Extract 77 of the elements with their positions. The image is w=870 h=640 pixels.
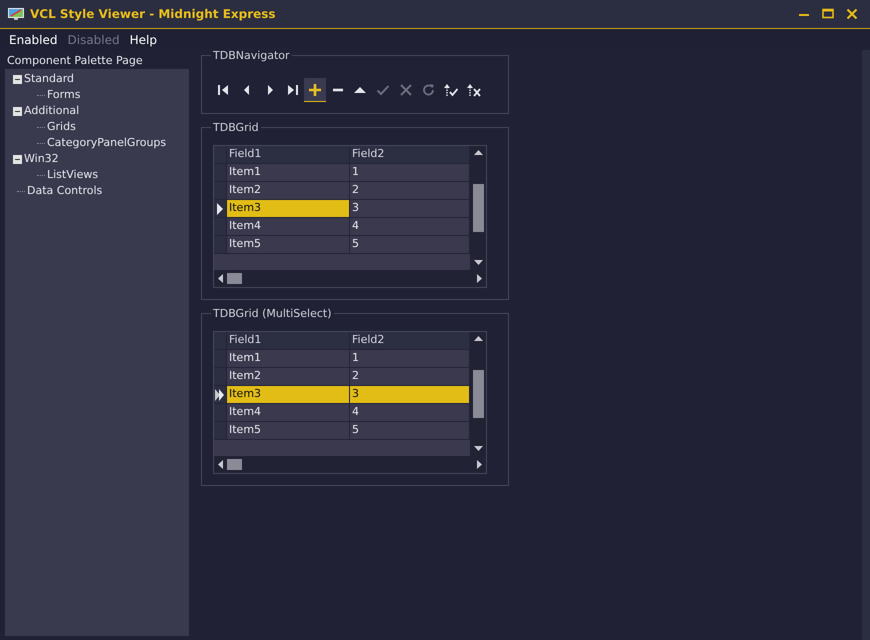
skip-to-end-icon xyxy=(285,83,300,97)
scroll-left-icon[interactable] xyxy=(218,460,223,469)
group-title: TDBNavigator xyxy=(211,48,292,64)
tree-item[interactable]: Additional xyxy=(24,102,80,120)
table-cell[interactable]: 5 xyxy=(350,236,470,254)
tree-item[interactable]: CategoryPanelGroups xyxy=(47,134,166,152)
table-cell[interactable]: Item4 xyxy=(227,218,350,236)
horizontal-scrollbar[interactable] xyxy=(214,270,486,287)
app-icon xyxy=(8,8,24,20)
scrollbar-thumb[interactable] xyxy=(472,184,484,232)
table-cell[interactable]: Item5 xyxy=(227,422,350,440)
vertical-scrollbar[interactable] xyxy=(470,146,486,270)
scroll-down-icon[interactable] xyxy=(474,446,482,452)
menu-item[interactable]: Help xyxy=(124,29,162,50)
table-cell[interactable]: 3 xyxy=(350,200,470,218)
maximize-icon xyxy=(822,8,834,20)
scroll-left-icon[interactable] xyxy=(218,274,223,283)
scroll-right-icon[interactable] xyxy=(477,460,482,469)
plus-icon xyxy=(308,82,322,96)
window-title: VCL Style Viewer - Midnight Express xyxy=(30,6,276,23)
row-indicator-cell[interactable] xyxy=(214,164,227,182)
table-cell[interactable]: 2 xyxy=(350,182,470,200)
scroll-up-icon[interactable] xyxy=(474,336,482,342)
arrow-up-x-icon xyxy=(466,83,481,97)
table-cell[interactable]: 1 xyxy=(350,164,470,182)
table-cell[interactable]: 5 xyxy=(350,422,470,440)
scroll-down-icon[interactable] xyxy=(474,260,482,266)
tree-item[interactable]: Data Controls xyxy=(27,182,102,200)
column-header[interactable]: Field2 xyxy=(350,146,470,164)
table-cell[interactable]: Item1 xyxy=(227,164,350,182)
table-cell[interactable]: Item1 xyxy=(227,350,350,368)
scroll-up-icon[interactable] xyxy=(474,150,482,156)
table-cell[interactable]: Item4 xyxy=(227,404,350,422)
menu-item[interactable]: Enabled xyxy=(4,29,62,50)
tree-item[interactable]: Forms xyxy=(47,86,80,104)
table-cell[interactable]: Item3 xyxy=(227,386,350,404)
row-indicator-cell[interactable] xyxy=(214,350,227,368)
insert-button[interactable] xyxy=(304,78,326,102)
row-indicator-cell[interactable] xyxy=(214,218,227,236)
tree-item[interactable]: Grids xyxy=(47,118,76,136)
row-indicator-cell[interactable] xyxy=(214,236,227,254)
collapse-icon[interactable] xyxy=(13,106,22,116)
tree-item[interactable]: Standard xyxy=(24,70,74,88)
table-cell[interactable]: Item2 xyxy=(227,182,350,200)
row-indicator-cell[interactable] xyxy=(214,422,227,440)
refresh-icon xyxy=(422,83,436,97)
column-header[interactable]: Field1 xyxy=(227,332,350,350)
table-cell[interactable]: Item3 xyxy=(227,200,350,218)
table-cell[interactable]: Item5 xyxy=(227,236,350,254)
row-indicator-cell[interactable] xyxy=(214,200,227,218)
row-indicator-cell[interactable] xyxy=(214,368,227,386)
table-cell[interactable]: 3 xyxy=(350,386,470,404)
checkmark-icon xyxy=(376,83,390,97)
column-header[interactable]: Field2 xyxy=(350,332,470,350)
tree-item[interactable]: ListViews xyxy=(47,166,98,184)
x-icon xyxy=(398,83,413,97)
table-cell[interactable]: Item2 xyxy=(227,368,350,386)
scroll-right-icon[interactable] xyxy=(477,274,482,283)
table-cell[interactable]: 1 xyxy=(350,350,470,368)
scrollbar-thumb[interactable] xyxy=(227,273,242,284)
sidebar-title: Component Palette Page xyxy=(6,53,144,69)
collapse-icon[interactable] xyxy=(13,154,22,164)
scrollbar-thumb[interactable] xyxy=(227,459,242,470)
table-cell[interactable]: 4 xyxy=(350,404,470,422)
table-cell[interactable]: 4 xyxy=(350,218,470,236)
collapse-icon[interactable] xyxy=(13,74,22,84)
tree-item[interactable]: Win32 xyxy=(24,150,59,168)
close-icon xyxy=(846,8,858,20)
row-indicator-cell[interactable] xyxy=(214,404,227,422)
column-header[interactable]: Field1 xyxy=(227,146,350,164)
row-indicator-cell[interactable] xyxy=(214,386,227,404)
vertical-scrollbar[interactable] xyxy=(470,332,486,456)
arrow-up-check-icon xyxy=(444,83,458,97)
table-cell[interactable]: 2 xyxy=(350,368,470,386)
scrollbar-thumb[interactable] xyxy=(472,370,484,418)
row-indicator-cell[interactable] xyxy=(214,182,227,200)
horizontal-scrollbar[interactable] xyxy=(214,456,486,473)
